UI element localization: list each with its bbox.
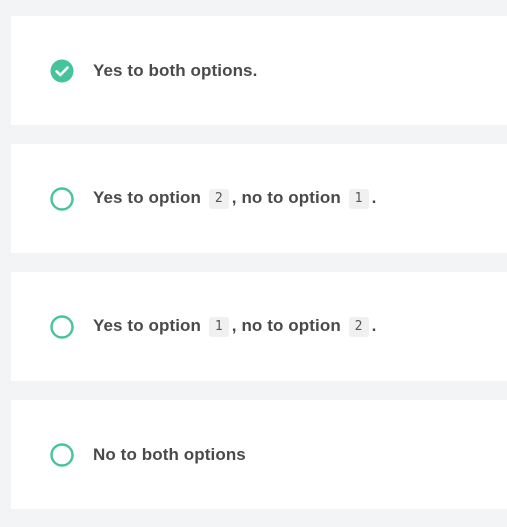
inline-code-option-number: 1 bbox=[208, 317, 229, 337]
option-text: Yes to option bbox=[93, 316, 202, 335]
option-text: , no to option bbox=[231, 188, 341, 207]
option-yes-2-no-1[interactable]: Yes to option 2, no to option 1. bbox=[11, 144, 507, 253]
option-label: Yes to option 2, no to option 1. bbox=[93, 188, 376, 209]
option-yes-both[interactable]: Yes to both options. bbox=[11, 16, 507, 125]
option-text: Yes to option bbox=[93, 188, 202, 207]
option-text: , no to option bbox=[231, 316, 341, 335]
option-no-both[interactable]: No to both options bbox=[11, 400, 507, 509]
radio-empty-icon bbox=[50, 186, 74, 211]
inline-code-option-number: 1 bbox=[348, 189, 369, 209]
option-label: Yes to option 1, no to option 2. bbox=[93, 316, 376, 337]
radio-empty-icon bbox=[50, 442, 74, 467]
option-text: . bbox=[371, 188, 377, 207]
option-label: No to both options bbox=[93, 444, 246, 464]
option-label: Yes to both options. bbox=[93, 60, 258, 80]
answer-options: Yes to both options. Yes to option 2, no… bbox=[11, 16, 507, 509]
option-text: . bbox=[371, 316, 377, 335]
check-circle-icon bbox=[50, 59, 74, 83]
inline-code-option-number: 2 bbox=[208, 189, 229, 209]
inline-code-option-number: 2 bbox=[348, 317, 369, 337]
radio-empty-icon bbox=[50, 314, 74, 339]
option-yes-1-no-2[interactable]: Yes to option 1, no to option 2. bbox=[11, 272, 507, 381]
